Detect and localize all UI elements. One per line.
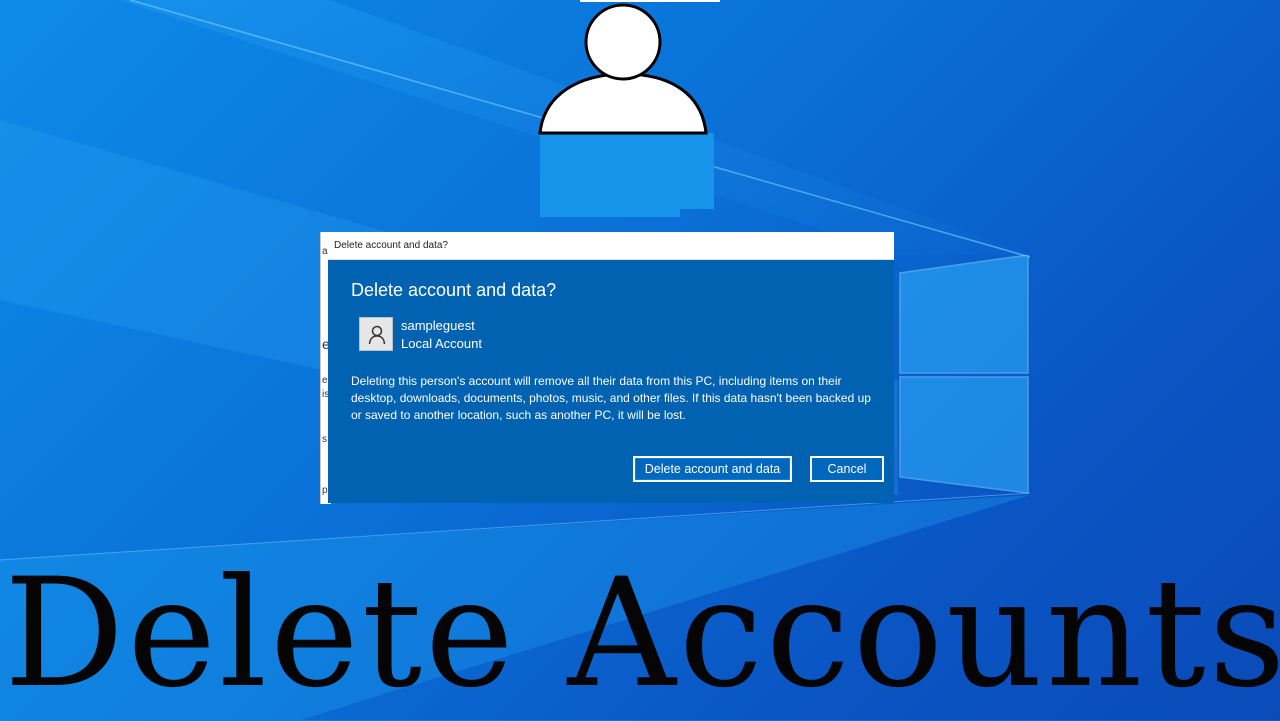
account-avatar [359,317,393,351]
account-name: sampleguest [401,318,475,333]
delete-account-dialog: Delete account and data? sampleguest Loc… [328,260,894,503]
dialog-window-title: Delete account and data? [334,240,448,251]
background-text-fragment: p [322,485,328,496]
dialog-titlebar[interactable]: Delete account and data? [328,232,894,260]
dialog-description: Deleting this person's account will remo… [351,374,871,422]
background-patch [540,195,680,217]
dialog-heading: Delete account and data? [351,280,557,300]
background-text-fragment: s [322,434,327,445]
background-text-fragment: a [322,246,328,257]
user-icon [368,325,386,345]
user-silhouette-icon [538,0,720,135]
windows-logo-icon [899,255,1029,494]
background-text-fragment: e [322,375,328,386]
account-type: Local Account [401,336,482,351]
banner-title: Delete Accounts [4,547,1280,721]
delete-account-button[interactable]: Delete account and data [633,456,792,482]
cancel-button[interactable]: Cancel [810,456,884,482]
